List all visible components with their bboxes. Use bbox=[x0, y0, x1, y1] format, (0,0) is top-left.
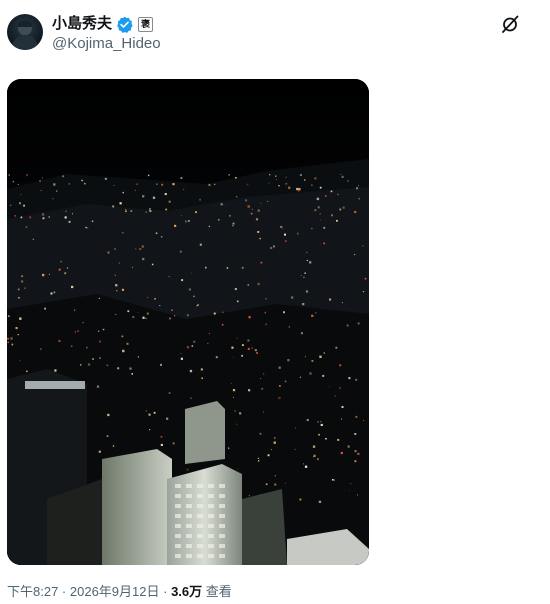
affiliate-badge-icon[interactable]: 褒 bbox=[138, 16, 154, 32]
post-time[interactable]: 下午8:27 bbox=[7, 584, 58, 599]
meta-separator: · bbox=[58, 584, 70, 599]
meta-separator: · bbox=[159, 584, 172, 599]
night-cityscape-photo bbox=[7, 79, 369, 565]
author-handle[interactable]: @Kojima_Hideo bbox=[52, 34, 161, 54]
views-count: 3.6万 bbox=[171, 584, 203, 599]
author-name-row[interactable]: 小島秀夫 褒 bbox=[52, 14, 154, 34]
grok-icon[interactable] bbox=[500, 14, 520, 34]
post-meta: 下午8:27 · 2026年9月12日 · 3.6万 查看 bbox=[7, 583, 232, 601]
author-display-name[interactable]: 小島秀夫 bbox=[52, 14, 112, 34]
post-photo[interactable] bbox=[7, 79, 369, 565]
verified-badge-icon[interactable] bbox=[116, 16, 133, 33]
avatar[interactable] bbox=[7, 14, 43, 50]
views-label: 查看 bbox=[202, 584, 232, 599]
post-date[interactable]: 2026年9月12日 bbox=[70, 584, 160, 599]
avatar-image bbox=[11, 20, 39, 50]
